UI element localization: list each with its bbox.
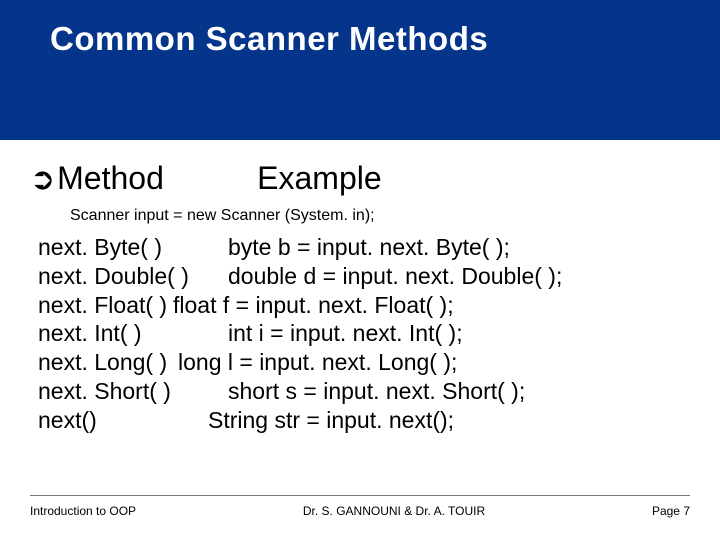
method-name: next. Long( ): [38, 348, 178, 377]
table-row: next. Long( ) long l = input. next. Long…: [38, 348, 690, 377]
method-name: next(): [38, 406, 208, 435]
slide: Common Scanner Methods ➲ Method Example …: [0, 0, 720, 540]
bullet-icon: ➲: [30, 162, 55, 197]
table-row: next. Float( ) float f = input. next. Fl…: [38, 291, 690, 320]
header-method: Method: [57, 160, 257, 197]
footer-left: Introduction to OOP: [30, 504, 136, 518]
footer-divider: [30, 495, 690, 496]
methods-table: next. Byte( ) byte b = input. next. Byte…: [38, 233, 690, 434]
column-headers: ➲ Method Example: [30, 160, 690, 197]
method-name: next. Short( ): [38, 377, 228, 406]
method-example: float f = input. next. Float( );: [173, 291, 454, 320]
method-name: next. Float( ): [38, 291, 173, 320]
method-name: next. Byte( ): [38, 233, 228, 262]
content-area: ➲ Method Example Scanner input = new Sca…: [0, 140, 720, 540]
method-name: next. Double( ): [38, 262, 228, 291]
method-name: next. Int( ): [38, 319, 228, 348]
header-example: Example: [257, 160, 382, 197]
method-example: double d = input. next. Double( );: [228, 262, 562, 291]
table-row: next() String str = input. next();: [38, 406, 690, 435]
scanner-declaration: Scanner input = new Scanner (System. in)…: [70, 207, 690, 225]
method-example: String str = input. next();: [208, 406, 454, 435]
method-example: short s = input. next. Short( );: [228, 377, 525, 406]
footer-center: Dr. S. GANNOUNI & Dr. A. TOUIR: [303, 504, 485, 518]
title-band: Common Scanner Methods: [0, 0, 720, 140]
method-example: int i = input. next. Int( );: [228, 319, 463, 348]
footer: Introduction to OOP Dr. S. GANNOUNI & Dr…: [0, 504, 720, 518]
table-row: next. Byte( ) byte b = input. next. Byte…: [38, 233, 690, 262]
method-example: byte b = input. next. Byte( );: [228, 233, 510, 262]
slide-title: Common Scanner Methods: [50, 20, 488, 58]
table-row: next. Double( ) double d = input. next. …: [38, 262, 690, 291]
table-row: next. Short( ) short s = input. next. Sh…: [38, 377, 690, 406]
table-row: next. Int( ) int i = input. next. Int( )…: [38, 319, 690, 348]
footer-right: Page 7: [652, 504, 690, 518]
method-example: long l = input. next. Long( );: [178, 348, 457, 377]
